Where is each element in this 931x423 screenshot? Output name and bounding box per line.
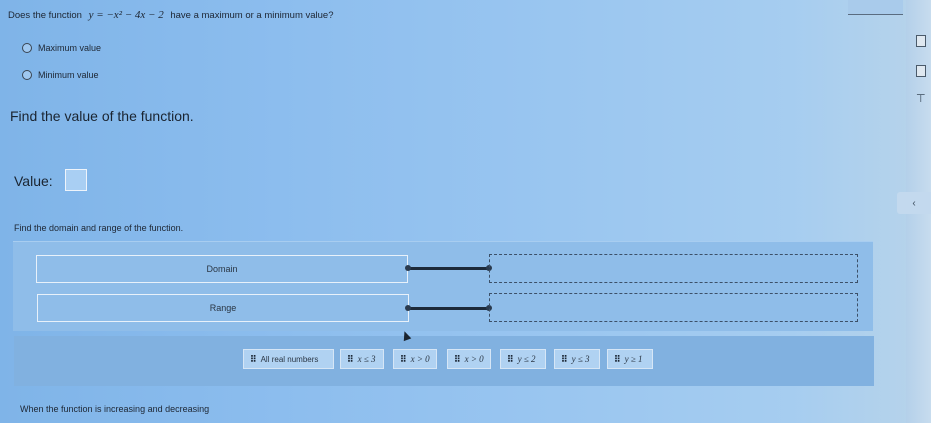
find-value-heading: Find the value of the function. bbox=[10, 108, 194, 124]
function-expression: y = −x² − 4x − 2 bbox=[88, 9, 164, 21]
question-text: Does the function y = −x² − 4x − 2 have … bbox=[8, 9, 334, 21]
drag-handle-icon: ⠿ bbox=[400, 353, 407, 364]
choice-label: All real numbers bbox=[260, 354, 319, 364]
top-toolbar-strip bbox=[848, 0, 903, 15]
option-maximum[interactable]: Maximum value bbox=[22, 43, 101, 53]
range-label: Range bbox=[209, 303, 237, 313]
choice-chip[interactable]: ⠿ x ≤ 3 bbox=[340, 349, 384, 369]
value-input[interactable] bbox=[65, 169, 87, 191]
calculator-icon[interactable] bbox=[916, 65, 926, 77]
range-drop-zone[interactable] bbox=[489, 293, 858, 322]
range-connector-start bbox=[405, 305, 411, 311]
choice-chip[interactable]: ⠿ All real numbers bbox=[243, 349, 334, 369]
radio-button[interactable] bbox=[22, 43, 32, 53]
answer-tray bbox=[14, 336, 874, 386]
radio-button[interactable] bbox=[22, 70, 32, 80]
range-connector bbox=[408, 307, 490, 310]
choice-chip[interactable]: ⠿ y ≥ 1 bbox=[607, 349, 653, 369]
domain-range-prompt: Find the domain and range of the functio… bbox=[14, 223, 184, 233]
choice-label: x ≤ 3 bbox=[357, 354, 376, 364]
choice-label: y ≤ 2 bbox=[517, 354, 536, 364]
choice-chip[interactable]: ⠿ y ≤ 2 bbox=[500, 349, 546, 369]
option-label: Maximum value bbox=[38, 43, 102, 53]
increasing-decreasing-prompt: When the function is increasing and decr… bbox=[20, 404, 210, 414]
collapse-panel-tab[interactable]: ‹ bbox=[897, 192, 931, 214]
domain-drop-zone[interactable] bbox=[489, 254, 858, 283]
drag-handle-icon: ⠿ bbox=[347, 353, 354, 364]
question-prefix: Does the function bbox=[8, 10, 82, 21]
drag-handle-icon: ⠿ bbox=[250, 353, 257, 364]
domain-connector bbox=[408, 267, 490, 270]
drag-handle-icon: ⠿ bbox=[561, 353, 568, 364]
range-label-box: Range bbox=[37, 294, 409, 322]
option-label: Minimum value bbox=[38, 70, 99, 80]
pin-icon[interactable]: ⊤ bbox=[916, 92, 926, 105]
choice-chip[interactable]: ⠿ x > 0 bbox=[393, 349, 437, 369]
choice-label: y ≥ 1 bbox=[624, 354, 643, 364]
drag-handle-icon: ⠿ bbox=[454, 353, 461, 364]
choice-label: x > 0 bbox=[410, 354, 430, 364]
choice-chip[interactable]: ⠿ x > 0 bbox=[447, 349, 491, 369]
value-label: Value: bbox=[14, 173, 53, 189]
choice-label: x > 0 bbox=[464, 354, 484, 364]
domain-label-box: Domain bbox=[36, 255, 408, 283]
option-minimum[interactable]: Minimum value bbox=[22, 70, 99, 80]
notes-icon[interactable] bbox=[916, 35, 926, 47]
choice-label: y ≤ 3 bbox=[571, 354, 590, 364]
drag-handle-icon: ⠿ bbox=[614, 353, 621, 364]
domain-label: Domain bbox=[206, 264, 238, 274]
chevron-left-icon: ‹ bbox=[912, 197, 916, 209]
choice-chip[interactable]: ⠿ y ≤ 3 bbox=[554, 349, 600, 369]
domain-connector-start bbox=[405, 265, 411, 271]
question-suffix: have a maximum or a minimum value? bbox=[170, 10, 334, 21]
drag-handle-icon: ⠿ bbox=[507, 353, 514, 364]
